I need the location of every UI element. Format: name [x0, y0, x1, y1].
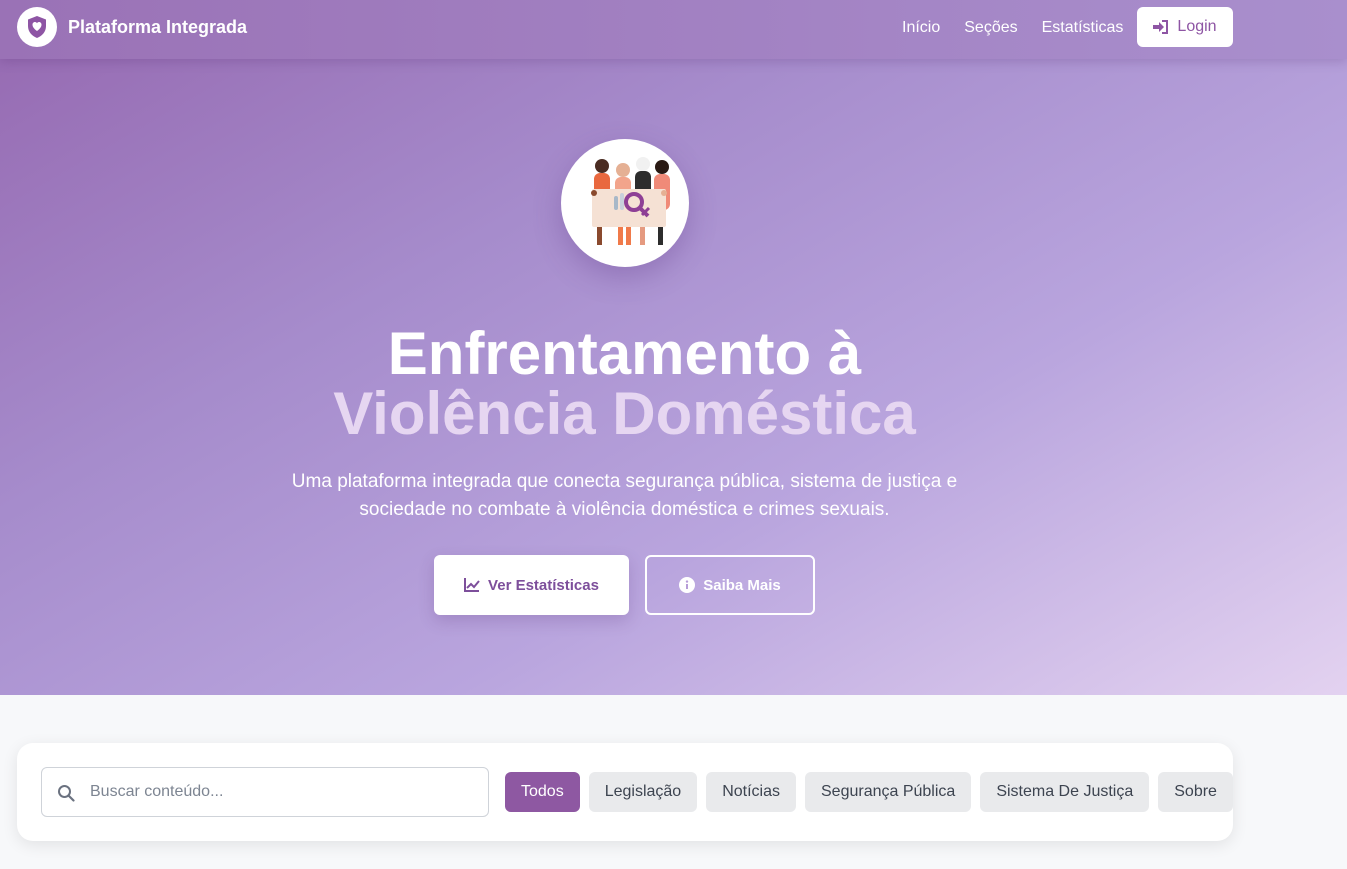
view-stats-label: Ver Estatísticas	[488, 576, 599, 594]
filter-chip-noticias[interactable]: Notícias	[706, 772, 796, 812]
brand-name: Plataforma Integrada	[68, 16, 248, 37]
top-navbar: Plataforma Integrada Início Seções Estat…	[0, 0, 1347, 59]
hero-section: Enfrentamento à Violência Doméstica Uma …	[0, 0, 1347, 695]
hero-subtitle: Uma plataforma integrada que conecta seg…	[291, 471, 958, 520]
filter-chip-sobre[interactable]: Sobre	[1158, 772, 1233, 812]
view-stats-button[interactable]: Ver Estatísticas	[434, 555, 629, 615]
hero-title-line1: Enfrentamento à	[387, 320, 862, 387]
filter-chip-todos[interactable]: Todos	[505, 772, 580, 812]
nav-links: Início Seções Estatísticas	[902, 19, 1147, 37]
search-input[interactable]	[90, 769, 480, 815]
women-group-illustration	[591, 157, 670, 245]
filter-card: Todos Legislação Notícias Segurança Públ…	[17, 743, 1233, 841]
sign-in-icon	[1153, 20, 1169, 34]
category-filters: Todos Legislação Notícias Segurança Públ…	[505, 772, 1242, 812]
learn-more-label: Saiba Mais	[703, 576, 781, 594]
nav-link-estatisticas[interactable]: Estatísticas	[1042, 19, 1124, 37]
filter-chip-sistema-de-justica[interactable]: Sistema De Justiça	[980, 772, 1150, 812]
info-circle-icon	[679, 577, 696, 593]
hero-title-line2: Violência Doméstica	[333, 380, 916, 447]
search-icon	[58, 785, 75, 802]
hero-title: Enfrentamento à Violência Doméstica	[0, 324, 1249, 444]
filter-chip-legislacao[interactable]: Legislação	[588, 772, 698, 812]
hero-illustration	[561, 139, 689, 267]
line-chart-icon	[464, 578, 480, 592]
filter-chip-seguranca-publica[interactable]: Segurança Pública	[805, 772, 972, 812]
shield-heart-icon	[17, 7, 57, 47]
nav-link-inicio[interactable]: Início	[902, 19, 940, 37]
learn-more-button[interactable]: Saiba Mais	[645, 555, 815, 615]
brand[interactable]: Plataforma Integrada	[17, 7, 247, 47]
login-label: Login	[1177, 18, 1217, 35]
nav-link-secoes[interactable]: Seções	[964, 19, 1017, 37]
login-button[interactable]: Login	[1137, 7, 1233, 47]
search-box[interactable]	[41, 767, 489, 817]
